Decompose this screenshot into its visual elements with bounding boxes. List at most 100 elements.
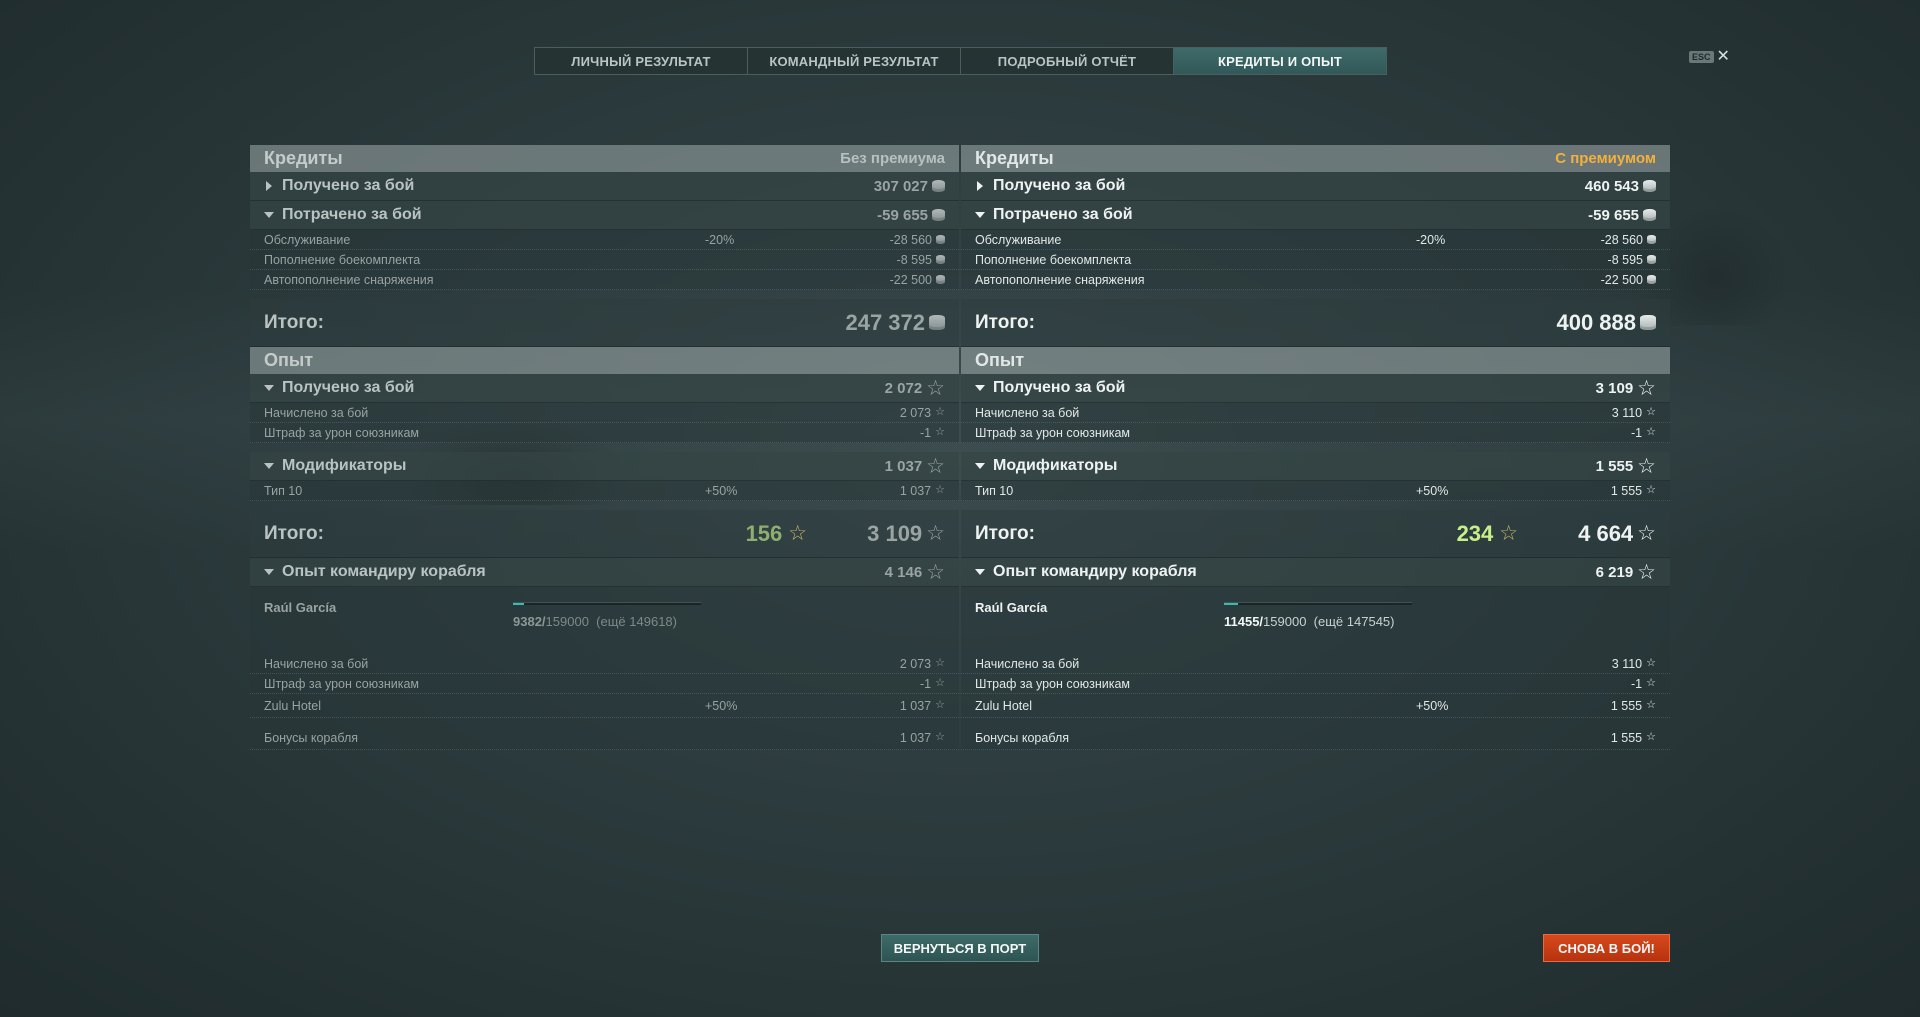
xp-earned-row[interactable]: Получено за бой 2 072 ☆ (250, 374, 959, 403)
xp-penalty-row: Штраф за урон союзникам -1 ☆ (961, 423, 1670, 443)
credits-earned-label: Получено за бой (282, 177, 415, 194)
xp-star-icon: ☆ (1646, 677, 1656, 689)
free-xp-value: 156 (745, 520, 783, 546)
commander-accrued-row: Начислено за бой 3 110 ☆ (961, 654, 1670, 674)
credits-spent-row[interactable]: Потрачено за бой -59 655 (961, 201, 1670, 230)
commander-card: Raúl García 11455/159000 (ещё 147545) (961, 587, 1670, 654)
modifiers-value: 1 555 (1595, 457, 1634, 475)
credits-total-row: Итого: 400 888 (961, 299, 1670, 347)
credits-spent-label: Потрачено за бой (993, 206, 1133, 223)
xp-star-icon: ☆ (935, 699, 945, 711)
signal-flag-percent: +50% (705, 698, 738, 713)
commander-xp-remaining: (ещё 149618) (596, 614, 677, 629)
tab-personal-result[interactable]: ЛИЧНЫЙ РЕЗУЛЬТАТ (535, 48, 748, 74)
consumables-resupply-row: Автопополнение снаряжения -22 500 (961, 270, 1670, 290)
xp-accrued-row: Начислено за бой 3 110 ☆ (961, 403, 1670, 423)
xp-earned-value: 3 109 (1595, 379, 1634, 397)
collapse-down-icon (975, 385, 985, 391)
xp-title: Опыт (975, 350, 1025, 370)
tab-team-result[interactable]: КОМАНДНЫЙ РЕЗУЛЬТАТ (748, 48, 961, 74)
credits-icon (1647, 275, 1656, 284)
return-to-port-button[interactable]: ВЕРНУТЬСЯ В ПОРТ (881, 934, 1039, 962)
ammo-resupply-row: Пополнение боекомплекта -8 595 (961, 250, 1670, 270)
xp-penalty-label: Штраф за урон союзникам (264, 425, 420, 440)
credits-spent-row[interactable]: Потрачено за бой -59 655 (250, 201, 959, 230)
commander-xp-row[interactable]: Опыт командиру корабля 4 146 ☆ (250, 558, 959, 587)
collapse-down-icon (264, 212, 274, 218)
commander-card: Raúl García 9382/159000 (ещё 149618) (250, 587, 959, 654)
xp-title: Опыт (264, 350, 314, 370)
xp-star-icon: ☆ (926, 454, 945, 478)
xp-penalty-label: Штраф за урон союзникам (975, 425, 1131, 440)
tab-detailed-report[interactable]: ПОДРОБНЫЙ ОТЧЁТ (961, 48, 1174, 74)
commander-xp-label: Опыт командиру корабля (282, 563, 486, 580)
credits-earned-value: 307 027 (873, 177, 928, 195)
tier-bonus-value: 1 037 (899, 483, 932, 498)
credits-header: Кредиты Без премиума (250, 145, 959, 172)
battle-again-button[interactable]: СНОВА В БОЙ! (1543, 934, 1670, 962)
collapse-down-icon (975, 569, 985, 575)
commander-name: Raúl García (264, 600, 337, 615)
xp-earned-value: 2 072 (884, 379, 923, 397)
service-cost-label: Обслуживание (264, 232, 351, 247)
xp-total-value: 4 664 (1578, 520, 1634, 546)
xp-star-icon: ☆ (1646, 406, 1656, 418)
credits-icon (936, 235, 945, 244)
credits-icon (936, 275, 945, 284)
credits-spent-value: -59 655 (1588, 206, 1639, 224)
xp-total-label: Итого: (975, 522, 1035, 544)
credits-icon (1647, 235, 1656, 244)
service-cost-label: Обслуживание (975, 232, 1062, 247)
xp-penalty-value: -1 (920, 425, 932, 440)
tab-credits-and-xp[interactable]: КРЕДИТЫ И ОПЫТ (1174, 48, 1386, 74)
xp-accrued-value: 3 110 (1611, 405, 1643, 420)
ammo-resupply-row: Пополнение боекомплекта -8 595 (250, 250, 959, 270)
xp-star-icon: ☆ (935, 731, 945, 743)
consumables-resupply-value: -22 500 (1600, 272, 1643, 287)
collapse-down-icon (264, 569, 274, 575)
modifiers-row[interactable]: Модификаторы 1 037 ☆ (250, 452, 959, 481)
xp-earned-row[interactable]: Получено за бой 3 109 ☆ (961, 374, 1670, 403)
commander-xp-label: Опыт командиру корабля (993, 563, 1197, 580)
ship-bonus-label: Бонусы корабля (975, 730, 1070, 745)
xp-accrued-label: Начислено за бой (975, 405, 1080, 420)
commander-accrued-value: 2 073 (899, 656, 932, 671)
modifiers-row[interactable]: Модификаторы 1 555 ☆ (961, 452, 1670, 481)
credits-icon (932, 180, 945, 192)
close-control[interactable]: ESC ✕ (1689, 49, 1730, 65)
credits-icon (1640, 315, 1656, 330)
commander-penalty-value: -1 (920, 676, 932, 691)
service-discount: -20% (705, 232, 735, 247)
xp-total-row: Итого: 156 ☆ 3 109 ☆ (250, 510, 959, 558)
xp-star-icon: ☆ (1646, 731, 1656, 743)
commander-xp-current: 11455/ (1224, 614, 1264, 629)
commander-penalty-row: Штраф за урон союзникам -1 ☆ (961, 674, 1670, 694)
commander-xp-row[interactable]: Опыт командиру корабля 6 219 ☆ (961, 558, 1670, 587)
xp-accrued-label: Начислено за бой (264, 405, 369, 420)
xp-star-icon: ☆ (926, 560, 945, 584)
credits-earned-value: 460 543 (1584, 177, 1639, 195)
credits-icon (936, 255, 945, 264)
xp-star-icon: ☆ (1637, 560, 1656, 584)
ammo-resupply-label: Пополнение боекомплекта (975, 252, 1132, 267)
consumables-resupply-label: Автопополнение снаряжения (975, 272, 1145, 287)
commander-accrued-label: Начислено за бой (975, 656, 1080, 671)
consumables-resupply-row: Автопополнение снаряжения -22 500 (250, 270, 959, 290)
tier-bonus-percent: +50% (1416, 483, 1449, 498)
commander-progress-text: 9382/159000 (ещё 149618) (513, 614, 677, 629)
credits-icon (929, 315, 945, 330)
close-icon[interactable]: ✕ (1717, 49, 1730, 65)
commander-xp-remaining: (ещё 147545) (1313, 614, 1395, 629)
tier-bonus-row: Тип 10 +50% 1 555 ☆ (961, 481, 1670, 501)
credits-spent-label: Потрачено за бой (282, 206, 422, 223)
credits-earned-row[interactable]: Получено за бой 460 543 (961, 172, 1670, 201)
free-xp-value: 234 (1456, 520, 1494, 546)
credits-earned-row[interactable]: Получено за бой 307 027 (250, 172, 959, 201)
commander-progress-fill (1224, 603, 1238, 605)
free-xp-star-icon: ☆ (788, 522, 808, 545)
xp-total-row: Итого: 234 ☆ 4 664 ☆ (961, 510, 1670, 558)
xp-header: Опыт (961, 347, 1670, 374)
